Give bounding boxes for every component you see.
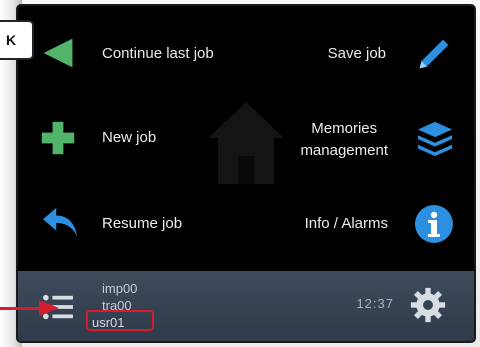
memories-label-line2: management bbox=[300, 142, 388, 159]
stacked-layers-icon bbox=[417, 121, 453, 157]
new-job-button[interactable]: New job bbox=[40, 118, 190, 158]
resume-job-button[interactable]: Resume job bbox=[40, 204, 200, 244]
memories-label-line1: Memories bbox=[311, 120, 378, 137]
resume-job-label: Resume job bbox=[102, 215, 183, 232]
callout-text: K bbox=[6, 32, 17, 48]
pencil-icon bbox=[419, 39, 449, 69]
save-job-label: Save job bbox=[327, 45, 386, 62]
user-highlight-box bbox=[86, 310, 154, 331]
continue-last-job-label: Continue last job bbox=[102, 45, 214, 62]
save-job-button[interactable]: Save job bbox=[314, 34, 452, 74]
memories-management-label: Memories management bbox=[300, 118, 388, 162]
back-triangle-icon bbox=[43, 38, 73, 68]
continue-last-job-button[interactable]: Continue last job bbox=[40, 34, 240, 74]
status-clock: 12:37 bbox=[356, 296, 394, 311]
status-bar bbox=[18, 271, 474, 341]
arrow-head-icon bbox=[39, 300, 59, 316]
resume-arrow-icon bbox=[43, 207, 77, 237]
info-icon bbox=[415, 205, 453, 243]
plus-icon bbox=[41, 121, 75, 155]
info-alarms-button[interactable]: Info / Alarms bbox=[278, 202, 454, 246]
memories-management-button[interactable]: Memories management bbox=[278, 116, 454, 164]
status-line-imp: imp00 bbox=[102, 281, 138, 296]
settings-gear-icon[interactable] bbox=[410, 287, 446, 323]
home-watermark-icon bbox=[208, 102, 284, 184]
touch-screen: Continue last job Save job New job Memor… bbox=[18, 6, 474, 341]
new-job-label: New job bbox=[102, 129, 157, 146]
callout-box: K bbox=[0, 20, 34, 60]
info-alarms-label: Info / Alarms bbox=[304, 215, 388, 232]
annotation-arrow bbox=[0, 307, 40, 310]
